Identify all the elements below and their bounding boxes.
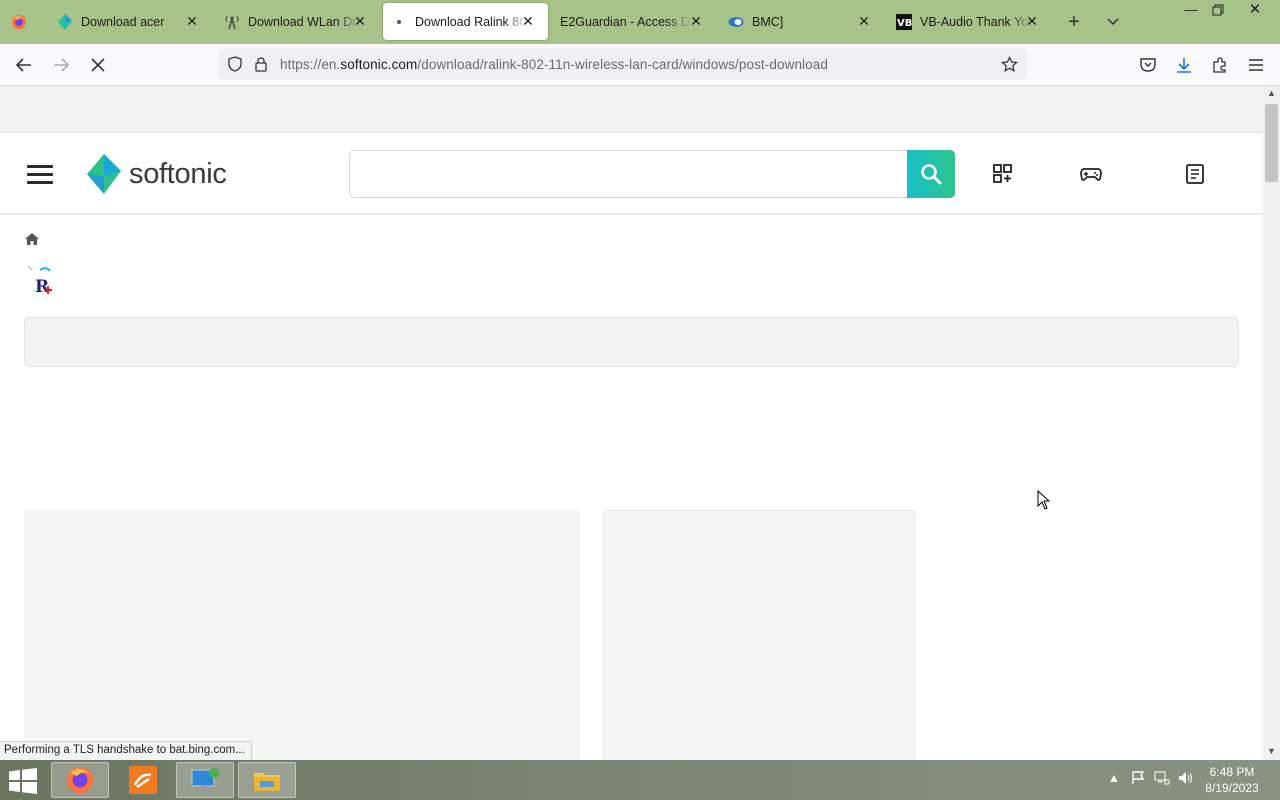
ad-placeholder-banner <box>0 86 1263 133</box>
browser-status-text: Performing a TLS handshake to bat.bing.c… <box>0 741 252 760</box>
url-domain: softonic.com <box>340 57 418 72</box>
show-hidden-icons-chevron-icon[interactable]: ▲ <box>1106 771 1122 787</box>
softonic-logo-mark-icon <box>87 154 121 194</box>
games-controller-icon[interactable] <box>1079 162 1103 186</box>
tab-title: Download Ralink 802 <box>415 14 527 29</box>
tab-e2guardian[interactable]: E2Guardian - Access Den ✕ <box>548 0 716 44</box>
scroll-up-arrow-icon[interactable]: ▲ <box>1266 88 1277 99</box>
action-center-flag-icon[interactable] <box>1130 771 1146 787</box>
secure-lock-icon[interactable] <box>254 56 268 72</box>
network-app-icon <box>191 768 219 792</box>
list-all-tabs-chevron-icon[interactable] <box>1104 13 1122 31</box>
forward-arrow-icon[interactable] <box>52 56 70 74</box>
vb-icon: VB <box>896 14 912 30</box>
firefox-menu-icon[interactable] <box>11 14 27 30</box>
downloads-icon[interactable] <box>1175 56 1193 74</box>
close-tab-icon[interactable]: ✕ <box>1024 13 1040 29</box>
web-page: softonic R <box>0 86 1263 760</box>
tab-download-acer[interactable]: Download acer ✕ <box>44 0 212 44</box>
url-prefix: https://en. <box>280 57 341 72</box>
search-icon <box>921 164 942 185</box>
network-icon[interactable] <box>1154 771 1170 787</box>
address-bar[interactable]: https://en.softonic.com/download/ralink-… <box>219 49 1027 80</box>
system-clock[interactable]: 6:48 PM 8/19/2023 <box>1196 764 1268 796</box>
tab-download-ralink[interactable]: Download Ralink 802 ✕ <box>383 3 548 40</box>
close-tab-icon[interactable]: ✕ <box>520 13 536 29</box>
sidebar-card-placeholder <box>603 510 915 760</box>
app-orange-icon <box>129 766 157 794</box>
file-explorer-icon <box>254 773 280 791</box>
close-tab-icon[interactable]: ✕ <box>856 13 872 29</box>
scroll-down-arrow-icon[interactable]: ▼ <box>1266 746 1277 757</box>
taskbar-network-app[interactable] <box>176 762 234 798</box>
close-tab-icon[interactable]: ✕ <box>688 13 704 29</box>
tab-strip: Download acer ✕ Download WLan Driv ✕ Dow… <box>0 0 1280 44</box>
url-path: /download/ralink-802-11n-wireless-lan-ca… <box>417 57 828 72</box>
articles-document-icon[interactable] <box>1183 162 1207 186</box>
app-menu-hamburger-icon[interactable] <box>1247 56 1265 74</box>
pocket-icon[interactable] <box>1139 56 1157 74</box>
bookmark-star-icon[interactable] <box>1000 55 1019 73</box>
svg-text:VB: VB <box>897 18 912 29</box>
tab-vb-audio[interactable]: VB VB-Audio Thank You ✕ <box>884 0 1052 44</box>
download-info-placeholder-bar <box>24 317 1239 367</box>
restore-window-icon[interactable] <box>1200 0 1236 22</box>
windows-taskbar: ▲ 6:48 PM 8/19/2023 <box>0 760 1280 800</box>
tab-bmc[interactable]: BMC] ✕ <box>716 0 884 44</box>
site-search-button[interactable] <box>907 150 955 198</box>
close-tab-icon[interactable]: ✕ <box>352 13 368 29</box>
tab-title: Download acer <box>81 15 165 29</box>
taskbar-orange-app[interactable] <box>114 762 172 798</box>
softonic-icon <box>57 14 73 30</box>
clock-time: 6:48 PM <box>1209 765 1255 779</box>
content-card-placeholder <box>24 510 580 760</box>
tab-title: BMC] <box>752 15 784 29</box>
breadcrumb-home-icon[interactable] <box>24 232 40 246</box>
site-search-input[interactable] <box>349 150 955 198</box>
clock-date: 8/19/2023 <box>1205 781 1259 795</box>
logo-text: softonic <box>129 157 227 190</box>
close-window-icon[interactable]: ✕ <box>1237 0 1273 22</box>
tab-title: Download WLan Driv <box>248 15 360 29</box>
softonic-logo[interactable]: softonic <box>87 153 227 195</box>
tracking-protection-shield-icon[interactable] <box>227 56 243 72</box>
navigation-toolbar: https://en.softonic.com/download/ralink-… <box>0 44 1280 86</box>
bmc-icon <box>728 14 744 30</box>
taskbar-file-explorer[interactable] <box>238 762 296 798</box>
volume-speaker-icon[interactable] <box>1178 771 1194 787</box>
firefox-icon <box>67 767 93 793</box>
stop-loading-icon[interactable] <box>89 56 107 74</box>
site-header: softonic <box>0 133 1263 215</box>
extensions-puzzle-icon[interactable] <box>1211 56 1229 74</box>
tab-title: VB-Audio Thank You <box>920 15 1032 29</box>
close-tab-icon[interactable]: ✕ <box>184 13 200 29</box>
windows-start-icon[interactable] <box>8 768 38 794</box>
ralink-app-icon: R <box>26 264 58 298</box>
site-menu-hamburger-icon[interactable] <box>27 165 53 184</box>
tab-title: E2Guardian - Access Den <box>560 15 692 29</box>
new-tab-plus-icon[interactable]: + <box>1064 12 1084 32</box>
back-arrow-icon[interactable] <box>15 56 33 74</box>
scrollbar-thumb[interactable] <box>1265 104 1278 182</box>
url-text[interactable]: https://en.softonic.com/download/ralink-… <box>280 57 828 72</box>
vertical-scrollbar[interactable]: ▲ ▼ <box>1263 86 1280 760</box>
antenna-icon <box>224 14 240 30</box>
apps-grid-plus-icon[interactable] <box>991 162 1015 186</box>
mouse-cursor-icon <box>1037 489 1051 510</box>
taskbar-firefox[interactable] <box>51 762 109 798</box>
tab-download-wlan-driver[interactable]: Download WLan Driv ✕ <box>212 0 380 44</box>
loading-dot-icon <box>391 14 407 30</box>
